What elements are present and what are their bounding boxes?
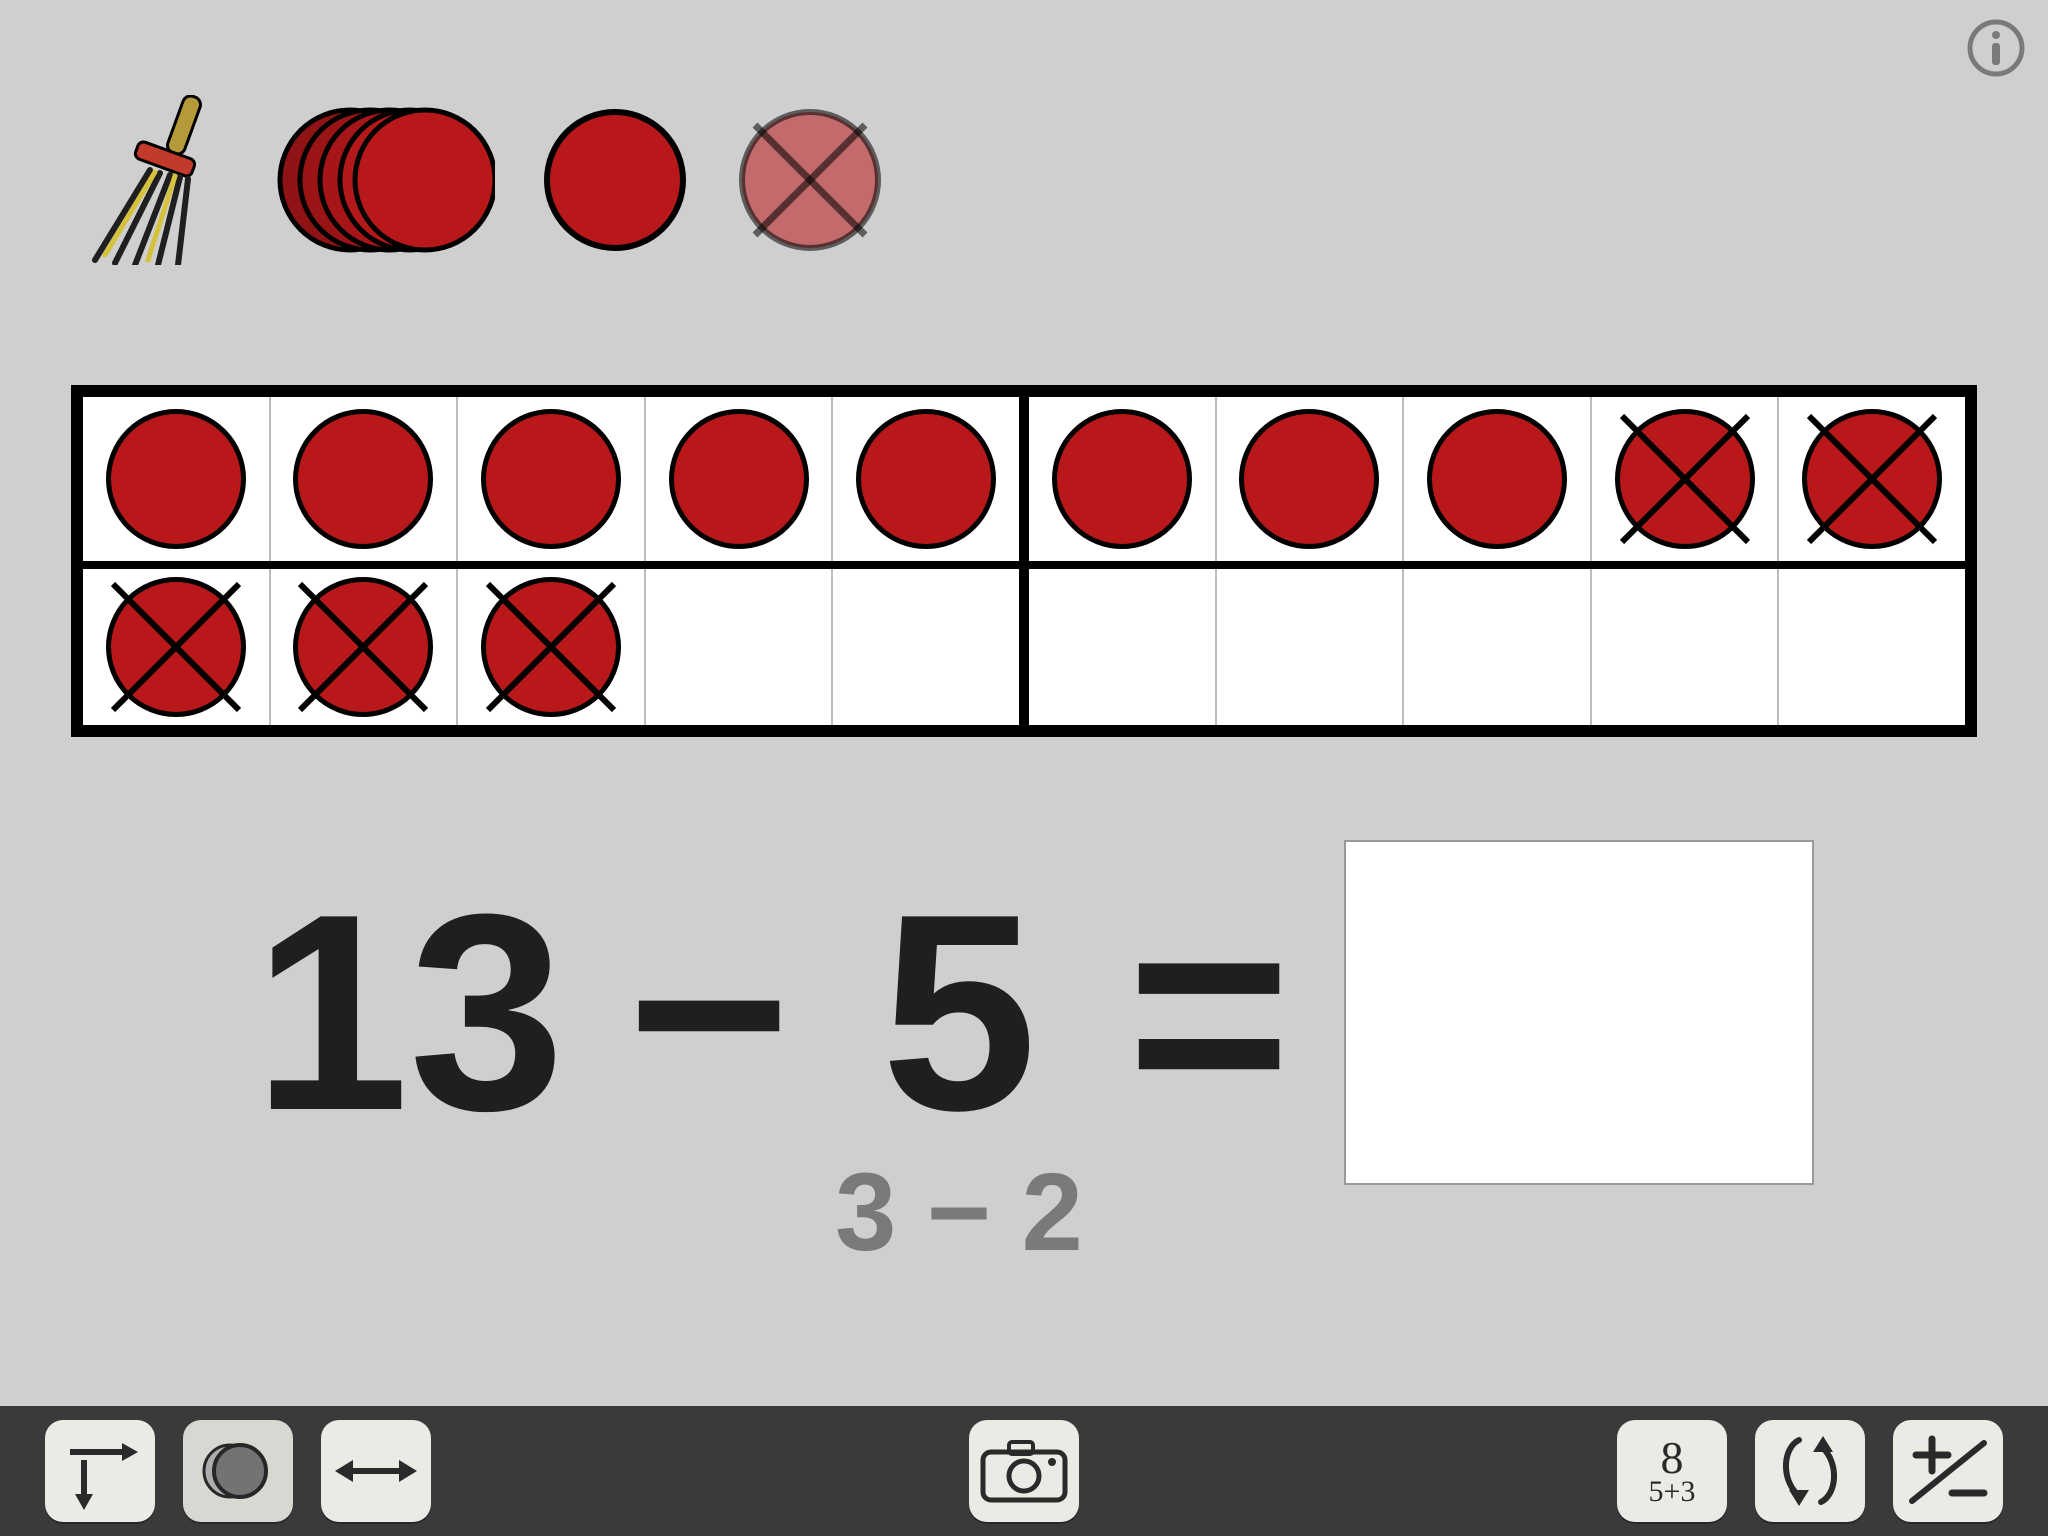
operand-2: 5 3 − 2 — [834, 873, 1084, 1153]
equals-sign: = — [1084, 873, 1334, 1153]
number-mode-button[interactable]: 8 5+3 — [1617, 1420, 1727, 1522]
frame-cell[interactable] — [458, 569, 646, 725]
frame-cell[interactable] — [1029, 397, 1217, 561]
frame-cell[interactable] — [1779, 569, 1965, 725]
frame-cell[interactable] — [1029, 569, 1217, 725]
info-icon — [1966, 18, 2026, 78]
flip-button[interactable] — [321, 1420, 431, 1522]
frame-cell[interactable] — [833, 397, 1029, 561]
counter[interactable] — [481, 409, 621, 549]
counter[interactable] — [106, 409, 246, 549]
camera-icon — [979, 1438, 1069, 1504]
cycle-button[interactable] — [1755, 1420, 1865, 1522]
frame-cell[interactable] — [646, 569, 834, 725]
frame-cell[interactable] — [83, 397, 271, 561]
operand-2-value: 5 — [881, 857, 1037, 1169]
orientation-icon — [60, 1432, 140, 1510]
counter[interactable] — [293, 409, 433, 549]
frame-cell[interactable] — [1217, 569, 1405, 725]
counter-stack-tool[interactable] — [275, 100, 495, 265]
decomposition-hint: 3 − 2 — [835, 1158, 1083, 1268]
frame-cell[interactable] — [1779, 397, 1965, 561]
counter[interactable] — [1802, 409, 1942, 549]
number-mode-top: 8 — [1660, 1437, 1683, 1478]
answer-input[interactable] — [1344, 840, 1814, 1185]
frame-cell[interactable] — [271, 397, 459, 561]
info-button[interactable] — [1966, 18, 2026, 78]
single-counter-tool[interactable] — [540, 105, 690, 260]
shade-toggle-button[interactable] — [183, 1420, 293, 1522]
frame-cell[interactable] — [83, 569, 271, 725]
counter[interactable] — [1239, 409, 1379, 549]
flip-icon — [333, 1446, 419, 1496]
number-mode-bot: 5+3 — [1649, 1478, 1696, 1505]
crossed-counter-tool[interactable] — [735, 105, 885, 260]
frame-cell[interactable] — [1592, 569, 1780, 725]
frame-cell[interactable] — [646, 397, 834, 561]
plus-minus-button[interactable] — [1893, 1420, 2003, 1522]
equation: 13 − 5 3 − 2 = — [0, 840, 2048, 1185]
broom-tool[interactable] — [80, 95, 230, 270]
frame-cell[interactable] — [1217, 397, 1405, 561]
frame-row-1 — [83, 397, 1965, 561]
counter[interactable] — [106, 577, 246, 717]
counter-stack-icon — [275, 100, 495, 260]
frame-cell[interactable] — [271, 569, 459, 725]
number-mode-icon: 8 5+3 — [1649, 1437, 1696, 1505]
operand-1: 13 — [234, 873, 584, 1153]
frame-cell[interactable] — [833, 569, 1029, 725]
frame-cell[interactable] — [458, 397, 646, 561]
crossed-counter-icon — [735, 105, 885, 255]
camera-button[interactable] — [969, 1420, 1079, 1522]
frame-cell[interactable] — [1592, 397, 1780, 561]
broom-icon — [80, 95, 230, 265]
frame-cell[interactable] — [1404, 569, 1592, 725]
counter[interactable] — [1615, 409, 1755, 549]
counter-icon — [540, 105, 690, 255]
operator-minus: − — [584, 873, 834, 1153]
frame-cell[interactable] — [1404, 397, 1592, 561]
tool-row — [80, 95, 885, 270]
counter[interactable] — [1427, 409, 1567, 549]
counter[interactable] — [669, 409, 809, 549]
counter[interactable] — [481, 577, 621, 717]
counter[interactable] — [293, 577, 433, 717]
twenty-frame[interactable] — [71, 385, 1977, 737]
frame-row-2 — [83, 561, 1965, 725]
counter[interactable] — [856, 409, 996, 549]
shade-icon — [198, 1436, 278, 1506]
orientation-button[interactable] — [45, 1420, 155, 1522]
cycle-icon — [1771, 1428, 1849, 1514]
plus-minus-icon — [1904, 1431, 1992, 1511]
counter[interactable] — [1052, 409, 1192, 549]
bottom-toolbar: 8 5+3 — [0, 1406, 2048, 1536]
